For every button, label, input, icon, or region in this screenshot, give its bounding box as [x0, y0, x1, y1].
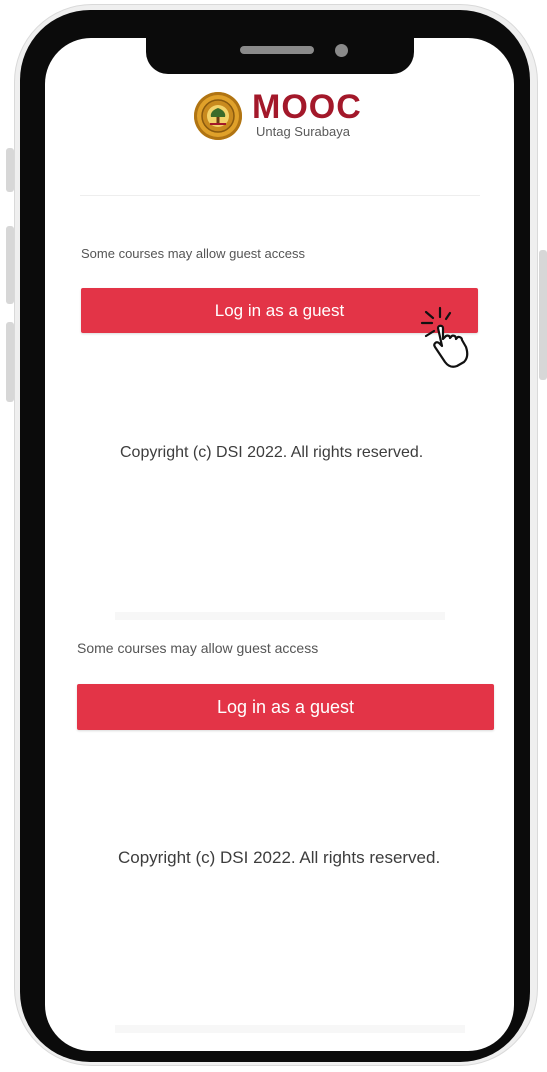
front-camera: [335, 44, 348, 57]
guest-access-note: Some courses may allow guest access: [81, 246, 305, 261]
login-as-guest-button[interactable]: Log in as a guest: [77, 684, 494, 730]
phone-side-button: [6, 148, 14, 192]
speaker-grille: [240, 46, 314, 54]
logo-subtitle: Untag Surabaya: [256, 124, 350, 139]
phone-volume-up-button: [6, 226, 14, 304]
section-separator: [115, 1025, 465, 1033]
phone-power-button: [539, 250, 547, 380]
phone-notch: [146, 10, 414, 74]
logo-title: MOOC: [252, 88, 362, 126]
phone-volume-down-button: [6, 322, 14, 402]
copyright-text: Copyright (c) DSI 2022. All rights reser…: [120, 444, 424, 461]
university-emblem-icon: [194, 92, 242, 140]
guest-access-note: Some courses may allow guest access: [77, 640, 319, 656]
header-divider: [80, 195, 480, 196]
copyright-text: Copyright (c) DSI 2022. All rights reser…: [118, 848, 441, 867]
tap-hand-cursor-icon: [420, 306, 469, 368]
section-separator: [115, 612, 445, 620]
site-logo[interactable]: MOOC Untag Surabaya: [194, 88, 374, 146]
phone-screen: [45, 38, 514, 1051]
